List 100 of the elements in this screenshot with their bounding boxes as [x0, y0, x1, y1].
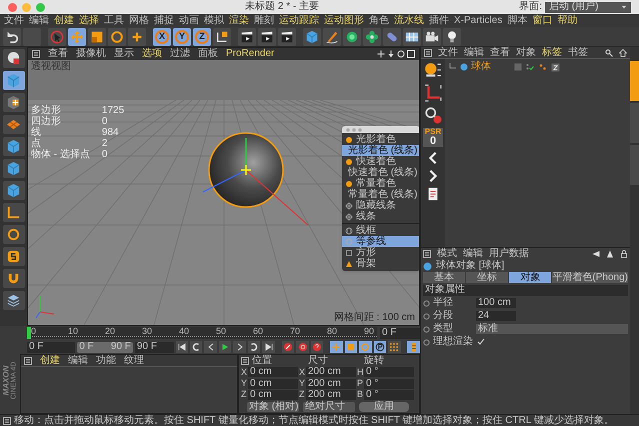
shading-menu-item[interactable]: 等参线	[342, 236, 419, 247]
attribute-tab[interactable]: 平滑着色(Phong)	[552, 272, 628, 283]
toolbar-button[interactable]: X	[153, 28, 171, 46]
menu-item[interactable]: 动画	[179, 16, 199, 26]
menu-item[interactable]: 编辑	[29, 16, 49, 26]
coordinate-field[interactable]: 0 cm	[248, 390, 298, 400]
attribute-tab[interactable]: 基本	[423, 272, 466, 283]
object-menu-item[interactable]: 文件	[438, 48, 458, 58]
shading-menu-item[interactable]: 方形	[342, 247, 419, 258]
shading-menu-item[interactable]: 光影着色 (线条)	[342, 145, 419, 156]
toolbar-button[interactable]	[403, 28, 421, 46]
number-field[interactable]: 100 cm	[476, 298, 516, 308]
shading-menu-item[interactable]: 快速着色 (线条)	[342, 167, 419, 178]
apply-button[interactable]: 应用	[359, 402, 409, 412]
shading-menu-item[interactable]: 常量着色	[342, 178, 419, 189]
start-frame-field[interactable]: 0 F	[27, 342, 76, 352]
tool-button[interactable]	[2, 181, 24, 200]
viewport-menu-item[interactable]: 显示	[114, 49, 134, 59]
number-field[interactable]: 24	[476, 311, 516, 321]
object-menu-item[interactable]: 编辑	[464, 48, 484, 58]
toolbar-button[interactable]	[443, 28, 461, 46]
menu-item[interactable]: 选择	[79, 16, 99, 26]
material-menu-item[interactable]: 功能	[96, 356, 116, 366]
object-menu-item[interactable]: 查看	[490, 48, 510, 58]
material-menu-item[interactable]: 编辑	[68, 356, 88, 366]
coordinate-field[interactable]: 200 cm	[306, 367, 356, 378]
checkbox[interactable]	[476, 338, 485, 346]
toolbar-button[interactable]	[343, 28, 361, 46]
toolbar-button[interactable]	[363, 28, 381, 46]
toolbar-button[interactable]	[423, 28, 441, 46]
attribute-menu-item[interactable]: 模式	[437, 249, 457, 259]
tool-button[interactable]	[2, 115, 24, 134]
toolbar-button[interactable]	[3, 28, 21, 46]
menu-item[interactable]: 运动图形	[324, 16, 364, 26]
coordinate-field[interactable]: 200 cm	[306, 390, 356, 400]
shading-menu-item[interactable]: 光影着色	[342, 134, 419, 145]
menu-item[interactable]: 创建	[54, 16, 74, 26]
tool-button[interactable]	[2, 137, 24, 156]
shading-menu-item[interactable]: 骨架	[342, 258, 419, 269]
material-menu-item[interactable]: 纹理	[124, 356, 144, 366]
toolbar-button[interactable]: Z	[193, 28, 211, 46]
menu-item[interactable]: 工具	[104, 16, 124, 26]
layout-dropdown[interactable]: 启动 (用户)	[545, 2, 631, 12]
shading-menu-item[interactable]: 常量着色 (线条)	[342, 189, 419, 200]
end-frame-field[interactable]: 90 F	[134, 342, 174, 352]
tool-button[interactable]	[2, 49, 24, 68]
coordinate-field[interactable]: 0 °	[364, 390, 414, 400]
toolbar-button[interactable]: Y	[173, 28, 191, 46]
transport-button[interactable]	[262, 341, 275, 353]
toolbar-button[interactable]	[278, 28, 296, 46]
timeline-ruler[interactable]: 0 10 20 30 40 50 60 70 80 90	[27, 327, 377, 339]
menu-item[interactable]: X-Particles	[454, 16, 502, 26]
type-dropdown[interactable]: 标准	[476, 324, 628, 334]
menu-item[interactable]: 雕刻	[254, 16, 274, 26]
coordinate-field[interactable]: 0 cm	[248, 378, 298, 389]
menu-item[interactable]: 网格	[129, 16, 149, 26]
transport-button[interactable]	[218, 341, 232, 353]
transport-button[interactable]	[296, 341, 309, 353]
object-menu-item[interactable]: 对象	[516, 48, 536, 58]
transport-button[interactable]	[248, 341, 260, 353]
menu-item[interactable]: 渲染	[229, 16, 249, 26]
axis-gizmo-drawing[interactable]	[202, 138, 308, 226]
attribute-tab[interactable]: 坐标	[466, 272, 508, 283]
coordinate-field[interactable]: 200 cm	[306, 378, 356, 389]
menu-item[interactable]: 插件	[429, 16, 449, 26]
material-menu-item[interactable]: 创建	[40, 356, 60, 366]
shading-menu-item[interactable]: 线条	[342, 211, 419, 222]
tool-button[interactable]	[2, 291, 24, 310]
object-menu-item[interactable]: 标签	[542, 48, 562, 58]
attribute-menu-item[interactable]: 用户数据	[489, 249, 529, 259]
tool-button[interactable]	[2, 203, 24, 222]
toolbar-button[interactable]	[213, 28, 231, 46]
tool-button[interactable]	[2, 71, 24, 90]
coordinate-field[interactable]: 0 °	[364, 378, 414, 389]
menu-item[interactable]: 角色	[369, 16, 389, 26]
transport-button[interactable]	[282, 341, 294, 353]
transport-button[interactable]	[204, 341, 217, 353]
transport-button[interactable]	[407, 341, 420, 353]
tool-button[interactable]	[2, 247, 24, 266]
viewport-menu-item[interactable]: 摄像机	[76, 49, 106, 59]
transport-button[interactable]	[233, 341, 246, 353]
transport-button[interactable]	[388, 341, 401, 353]
transport-button[interactable]	[310, 341, 324, 353]
shading-menu-item[interactable]: 线框	[342, 225, 419, 236]
object-name[interactable]: 球体	[471, 62, 511, 72]
attribute-menu-item[interactable]: 编辑	[463, 249, 483, 259]
transport-button[interactable]	[374, 341, 386, 353]
menu-item[interactable]: 流水线	[394, 16, 424, 26]
shading-menu-item[interactable]: 隐藏线条	[342, 200, 419, 211]
coordinate-field[interactable]: 0 cm	[248, 367, 298, 378]
viewport-menu-item[interactable]: ProRender	[226, 49, 274, 59]
tool-button[interactable]	[2, 269, 24, 288]
tool-button[interactable]	[2, 93, 24, 112]
menu-item[interactable]: 运动跟踪	[279, 16, 319, 26]
current-frame-field[interactable]: 0 F	[380, 328, 420, 338]
transport-button[interactable]	[176, 341, 188, 353]
menu-item[interactable]: 窗口	[532, 16, 552, 26]
menu-item[interactable]: 模拟	[204, 16, 224, 26]
viewport-menu-item[interactable]: 选项	[142, 49, 162, 59]
viewport-menu-item[interactable]: 过滤	[170, 49, 190, 59]
